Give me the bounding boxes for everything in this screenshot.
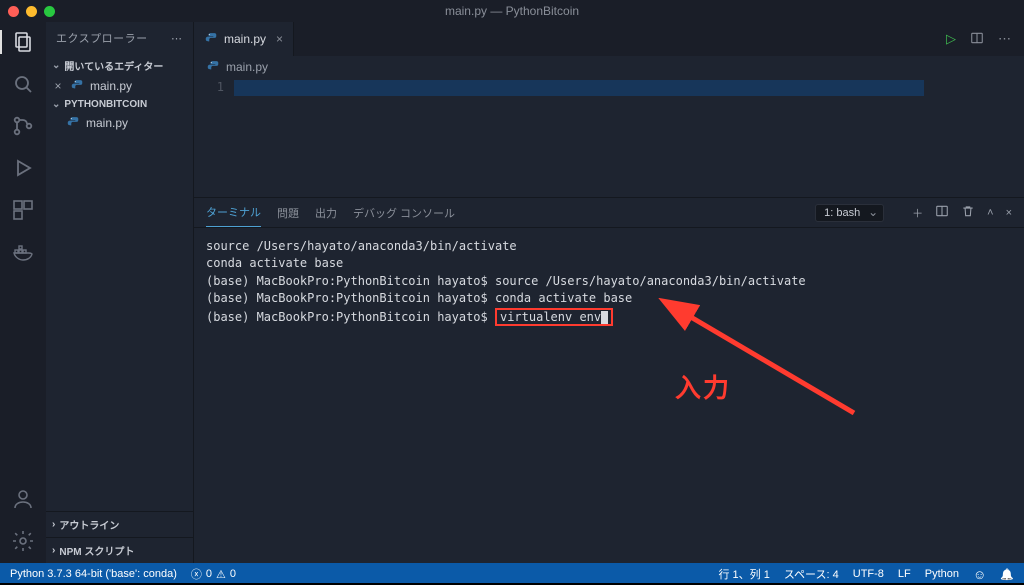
split-terminal-icon[interactable] (935, 204, 949, 221)
terminal-body[interactable]: source /Users/hayato/anaconda3/bin/activ… (194, 228, 1024, 563)
terminal-line: (base) MacBookPro:PythonBitcoin hayato$ … (206, 308, 1012, 326)
close-panel-icon[interactable]: × (1006, 207, 1012, 219)
chevron-right-icon: › (52, 545, 55, 556)
extensions-icon[interactable] (11, 198, 35, 222)
account-icon[interactable] (11, 487, 35, 511)
warning-icon: ⚠ (216, 568, 226, 581)
status-problems[interactable]: ⓧ0 ⚠0 (191, 566, 236, 582)
file-tree-item[interactable]: main.py (46, 114, 193, 132)
minimap[interactable] (984, 78, 1024, 197)
open-editors-label: 開いているエディター (64, 58, 163, 73)
problems-tab[interactable]: 問題 (277, 199, 299, 227)
line-gutter: 1 (194, 78, 234, 197)
current-line-highlight (234, 80, 924, 96)
titlebar: main.py — PythonBitcoin (0, 0, 1024, 22)
annotation-label: 入力 (675, 368, 731, 405)
explorer-more-icon[interactable]: ⋯ (171, 32, 183, 45)
status-line-col[interactable]: 行 1、列 1 (718, 566, 769, 582)
chevron-right-icon: › (52, 519, 55, 530)
status-indent[interactable]: スペース: 4 (784, 566, 839, 582)
close-editor-icon[interactable]: × (52, 79, 64, 93)
chevron-down-icon: ⌄ (52, 60, 60, 71)
python-file-icon (66, 116, 80, 130)
terminal-tab[interactable]: ターミナル (206, 198, 261, 227)
open-editor-item[interactable]: × main.py (46, 77, 193, 95)
maximize-panel-icon[interactable]: ˄ (987, 207, 993, 219)
editor-more-icon[interactable]: ⋯ (998, 31, 1012, 47)
outline-label: アウトライン (59, 517, 119, 532)
activity-bar (0, 22, 46, 563)
terminal-selector[interactable]: 1: bash (815, 204, 884, 222)
open-editor-filename: main.py (90, 79, 132, 93)
kill-terminal-icon[interactable] (961, 204, 975, 221)
notifications-icon[interactable] (1000, 568, 1014, 581)
output-tab[interactable]: 出力 (315, 199, 337, 227)
minimize-window-button[interactable] (26, 6, 37, 17)
feedback-icon[interactable] (973, 567, 986, 582)
run-file-icon[interactable]: ▷ (946, 31, 956, 47)
run-debug-icon[interactable] (11, 156, 35, 180)
split-editor-icon[interactable] (970, 31, 984, 48)
status-language[interactable]: Python (925, 568, 959, 580)
code-editor[interactable]: 1 (194, 78, 1024, 197)
status-encoding[interactable]: UTF-8 (853, 568, 884, 580)
outline-section[interactable]: › アウトライン (46, 511, 193, 537)
folder-label: PYTHONBITCOIN (64, 99, 147, 110)
docker-icon[interactable] (11, 240, 35, 264)
zoom-window-button[interactable] (44, 6, 55, 17)
explorer-title: エクスプローラー (56, 30, 148, 46)
window-controls (8, 6, 55, 17)
terminal-line: conda activate base (206, 255, 1012, 272)
terminal-line: (base) MacBookPro:PythonBitcoin hayato$ … (206, 273, 1012, 290)
error-icon: ⓧ (191, 566, 202, 582)
line-number: 1 (194, 80, 224, 94)
status-eol[interactable]: LF (898, 568, 911, 580)
terminal-line: (base) MacBookPro:PythonBitcoin hayato$ … (206, 290, 1012, 307)
close-tab-icon[interactable]: × (276, 32, 283, 46)
editor-area: main.py × ▷ ⋯ main.py 1 (194, 22, 1024, 563)
status-bar: Python 3.7.3 64-bit ('base': conda) ⓧ0 ⚠… (0, 563, 1024, 585)
close-window-button[interactable] (8, 6, 19, 17)
python-file-icon (70, 79, 84, 93)
breadcrumb[interactable]: main.py (194, 56, 1024, 78)
status-python[interactable]: Python 3.7.3 64-bit ('base': conda) (10, 568, 177, 580)
npm-scripts-label: NPM スクリプト (59, 543, 134, 558)
editor-tab[interactable]: main.py × (194, 22, 294, 56)
search-icon[interactable] (11, 72, 35, 96)
explorer-sidebar: エクスプローラー ⋯ ⌄ 開いているエディター × main.py ⌄ PYTH… (46, 22, 194, 563)
highlighted-command: virtualenv env (495, 308, 613, 326)
window-title: main.py — PythonBitcoin (445, 4, 579, 18)
debug-console-tab[interactable]: デバッグ コンソール (353, 199, 455, 227)
breadcrumb-file: main.py (226, 60, 268, 74)
file-name: main.py (86, 116, 128, 130)
terminal-select[interactable]: 1: bash (815, 204, 884, 222)
terminal-line: source /Users/hayato/anaconda3/bin/activ… (206, 238, 1012, 255)
python-file-icon (204, 32, 218, 46)
python-file-icon (206, 60, 220, 74)
explorer-icon[interactable] (11, 30, 35, 54)
editor-tabbar: main.py × ▷ ⋯ (194, 22, 1024, 56)
new-terminal-icon[interactable]: ＋ (912, 205, 923, 221)
bottom-panel: ターミナル 問題 出力 デバッグ コンソール 1: bash ＋ (194, 197, 1024, 563)
open-editors-section[interactable]: ⌄ 開いているエディター (46, 54, 193, 77)
folder-section[interactable]: ⌄ PYTHONBITCOIN (46, 95, 193, 114)
source-control-icon[interactable] (11, 114, 35, 138)
chevron-down-icon: ⌄ (52, 99, 60, 110)
tab-label: main.py (224, 32, 266, 46)
settings-gear-icon[interactable] (11, 529, 35, 553)
npm-scripts-section[interactable]: › NPM スクリプト (46, 537, 193, 563)
terminal-cursor (601, 311, 608, 324)
